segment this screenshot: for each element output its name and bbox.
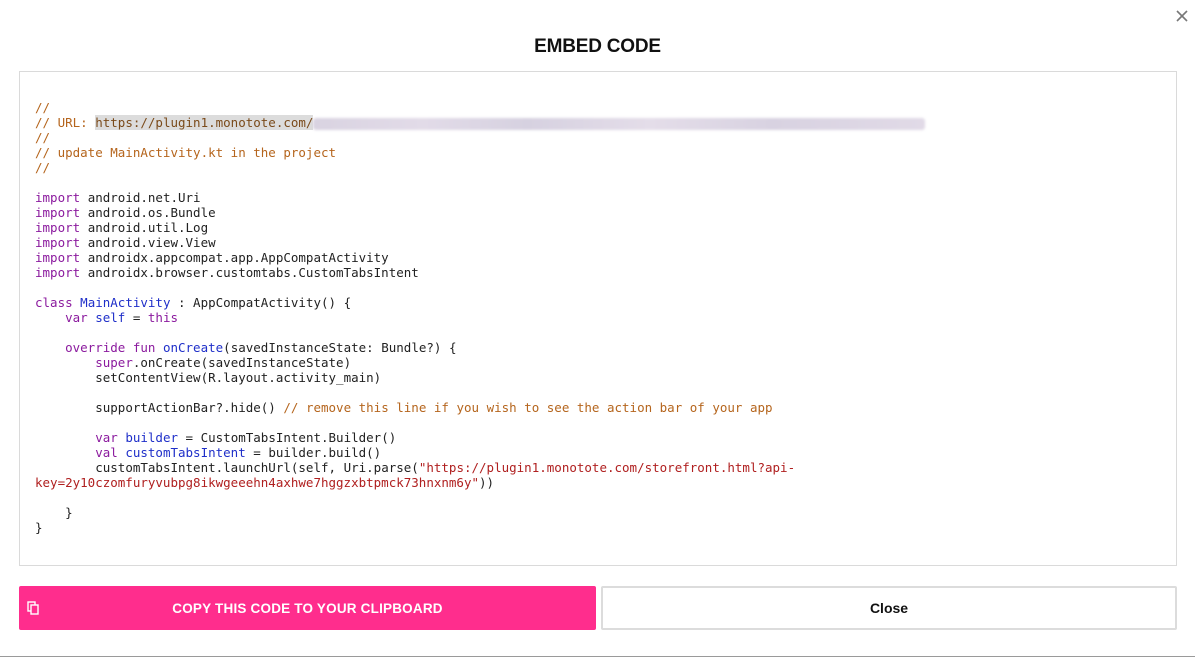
import-path: androidx.appcompat.app.AppCompatActivity <box>87 250 389 265</box>
support-action-bar: supportActionBar?.hide() <box>95 400 284 415</box>
import-keyword: import <box>35 235 81 250</box>
code-content[interactable]: // // URL: https://plugin1.monotote.com/… <box>35 100 926 535</box>
copy-icon <box>25 600 41 616</box>
override-fun-keyword: override fun <box>65 340 156 355</box>
close-brace: } <box>65 505 73 520</box>
on-create-name: onCreate <box>162 340 224 355</box>
update-comment: // update MainActivity.kt in the project <box>35 145 337 160</box>
launch-url-string-cont: key=2y10czomfuryvubpg8ikwgeeehn4axhwe7hg… <box>35 475 480 490</box>
on-create-params: (savedInstanceState: Bundle?) { <box>223 340 457 355</box>
close-brace: } <box>35 520 43 535</box>
copy-code-button[interactable]: COPY THIS CODE TO YOUR CLIPBOARD <box>19 586 596 630</box>
comment-line: // <box>35 160 51 175</box>
assign-op: = <box>125 310 148 325</box>
code-block[interactable]: // // URL: https://plugin1.monotote.com/… <box>19 71 1177 566</box>
redacted-url-blur <box>313 117 926 130</box>
comment-line: // <box>35 130 51 145</box>
embed-code-modal: EMBED CODE // // URL: https://plugin1.mo… <box>0 0 1195 657</box>
import-keyword: import <box>35 205 81 220</box>
class-extends: : AppCompatActivity() { <box>170 295 352 310</box>
launch-url-string: "https://plugin1.monotote.com/storefront… <box>418 460 796 475</box>
var-keyword: var <box>65 310 88 325</box>
import-path: androidx.browser.customtabs.CustomTabsIn… <box>87 265 419 280</box>
custom-tabs-name: customTabsIntent <box>125 445 246 460</box>
import-path: android.view.View <box>87 235 216 250</box>
support-action-comment: // remove this line if you wish to see t… <box>283 400 773 415</box>
import-path: android.net.Uri <box>87 190 201 205</box>
comment-line: // <box>35 100 51 115</box>
self-name: self <box>95 310 126 325</box>
builder-name: builder <box>125 430 179 445</box>
builder-value: = CustomTabsIntent.Builder() <box>178 430 397 445</box>
super-keyword: super <box>95 355 133 370</box>
custom-tabs-value: = builder.build() <box>245 445 382 460</box>
val-keyword: val <box>95 445 118 460</box>
import-keyword: import <box>35 220 81 235</box>
import-path: android.os.Bundle <box>87 205 216 220</box>
import-path: android.util.Log <box>87 220 209 235</box>
this-keyword: this <box>147 310 179 325</box>
import-keyword: import <box>35 265 81 280</box>
close-button[interactable]: Close <box>601 586 1177 630</box>
super-call: .onCreate(savedInstanceState) <box>132 355 352 370</box>
copy-button-label: COPY THIS CODE TO YOUR CLIPBOARD <box>172 600 443 616</box>
import-keyword: import <box>35 250 81 265</box>
close-button-label: Close <box>869 600 909 616</box>
class-name: MainActivity <box>80 295 171 310</box>
launch-url-suffix: )) <box>479 475 495 490</box>
modal-title: EMBED CODE <box>534 36 661 57</box>
close-icon[interactable] <box>1172 6 1192 26</box>
var-keyword: var <box>95 430 118 445</box>
set-content-view: setContentView(R.layout.activity_main) <box>95 370 382 385</box>
url-text[interactable]: https://plugin1.monotote.com/ <box>95 115 314 130</box>
url-comment-prefix: // URL: <box>35 115 96 130</box>
launch-url-prefix: customTabsIntent.launchUrl(self, Uri.par… <box>95 460 419 475</box>
class-keyword: class <box>35 295 73 310</box>
import-keyword: import <box>35 190 81 205</box>
